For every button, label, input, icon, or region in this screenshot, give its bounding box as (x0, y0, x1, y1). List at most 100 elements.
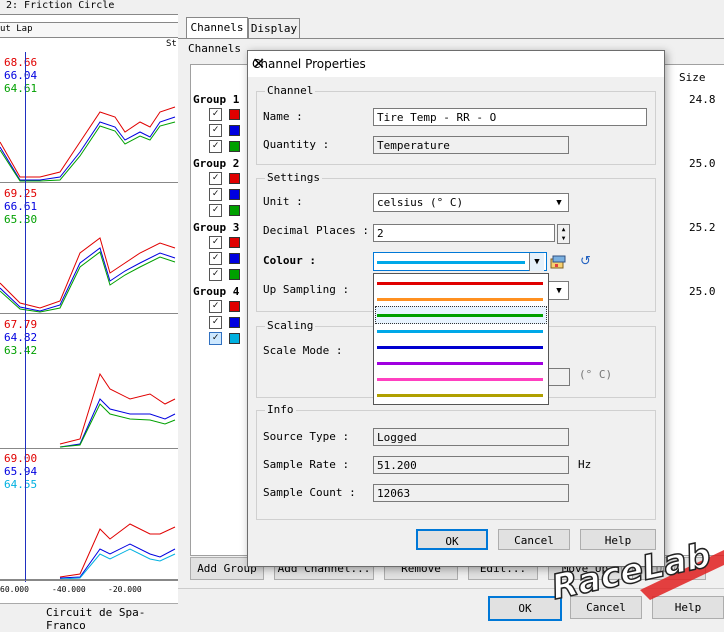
cursor-line[interactable] (25, 52, 26, 582)
scaling-unit: (° C) (579, 368, 613, 381)
pane-4-value-3: 64.55 (4, 478, 38, 491)
unit-label: Unit : (263, 195, 303, 208)
group-4-swatch-1 (229, 301, 240, 312)
group-1-checkbox-3[interactable]: ✓ (209, 140, 222, 153)
track-name: Circuit de Spa-Franco (46, 606, 146, 632)
channels-label: Channels (188, 42, 241, 55)
size-value-2: 25.0 (689, 157, 716, 170)
group-4-checkbox-1[interactable]: ✓ (209, 300, 222, 313)
group-1-label[interactable]: Group 1 (193, 93, 239, 106)
size-value-1: 24.8 (689, 93, 716, 106)
chevron-down-icon: ▼ (556, 198, 562, 208)
decimal-places-field[interactable]: 2 (373, 224, 555, 242)
group-3-swatch-3 (229, 269, 240, 280)
group-2-swatch-2 (229, 189, 240, 200)
group-2-checkbox-2[interactable]: ✓ (209, 188, 222, 201)
chart-tab[interactable]: 2: Friction Circle (0, 0, 178, 15)
group-2-checkbox-1[interactable]: ✓ (209, 172, 222, 185)
unit-select[interactable]: celsius (° C) ▼ (373, 193, 569, 212)
colour-option-green[interactable] (377, 314, 543, 317)
x-axis: 60.000 -40.000 -20.000 (0, 580, 178, 599)
chevron-down-icon: ▼ (556, 286, 562, 296)
colour-option-olive[interactable] (377, 394, 543, 397)
dialog-title-bar[interactable]: Channel Properties ✕ (248, 51, 664, 77)
tab-channels[interactable]: Channels (186, 17, 248, 39)
colour-dropdown-list[interactable] (373, 273, 549, 405)
group-4-checkbox-2[interactable]: ✓ (209, 316, 222, 329)
group-2-checkbox-3[interactable]: ✓ (209, 204, 222, 217)
size-value-4: 25.0 (689, 285, 716, 298)
telemetry-chart-area: 2: Friction Circle ut Lap St 68.66 66.04… (0, 0, 179, 632)
info-section-title: Info (265, 403, 296, 416)
settings-section-title: Settings (265, 171, 322, 184)
header-right-label: St (166, 39, 177, 49)
header-left-label: ut Lap (0, 24, 33, 34)
sample-rate-label: Sample Rate : (263, 458, 350, 471)
group-2-label[interactable]: Group 2 (193, 157, 239, 170)
decimal-places-spinner[interactable]: ▲ ▼ (557, 224, 570, 244)
sample-count-label: Sample Count : (263, 486, 356, 499)
colour-select[interactable]: ▼ (373, 252, 547, 271)
group-3-label[interactable]: Group 3 (193, 221, 239, 234)
quantity-field: Temperature (373, 136, 569, 154)
group-4-swatch-2 (229, 317, 240, 328)
pane-3-value-2: 64.82 (4, 331, 38, 344)
selected-colour-swatch (377, 261, 525, 264)
colour-label: Colour : (263, 254, 316, 267)
group-1-swatch-2 (229, 125, 240, 136)
name-field[interactable]: Tire Temp - RR - O (373, 108, 647, 126)
chart-header-row: ut Lap (0, 22, 178, 38)
pane-4-value-2: 65.94 (4, 465, 38, 478)
pane-3-value-3: 63.42 (4, 344, 38, 357)
close-icon[interactable]: ✕ (252, 51, 656, 77)
pane-2-value-3: 65.30 (4, 213, 38, 226)
up-sampling-label: Up Sampling : (263, 283, 350, 296)
source-type-label: Source Type : (263, 430, 350, 443)
group-3-swatch-2 (229, 253, 240, 264)
workspace-help-button[interactable]: Help (652, 596, 724, 619)
workspace-cancel-button[interactable]: Cancel (570, 596, 642, 619)
pane-3-value-1: 67.79 (4, 318, 38, 331)
group-1-checkbox-2[interactable]: ✓ (209, 124, 222, 137)
pane-4-value-1: 69.00 (4, 452, 38, 465)
name-label: Name : (263, 110, 303, 123)
reset-colour-icon[interactable]: ↺ (580, 254, 596, 270)
chevron-down-icon: ▼ (529, 253, 544, 271)
group-4-checkbox-3[interactable]: ✓ (209, 332, 222, 345)
group-1-swatch-1 (229, 109, 240, 120)
x-tick-1: 60.000 (0, 585, 29, 594)
pane-1-value-1: 68.66 (4, 56, 38, 69)
group-2-swatch-3 (229, 205, 240, 216)
group-4-label[interactable]: Group 4 (193, 285, 239, 298)
pane-2-value-2: 66.61 (4, 200, 38, 213)
size-column-header: Size (679, 71, 706, 84)
pane-1-value-3: 64.61 (4, 82, 38, 95)
group-3-checkbox-2[interactable]: ✓ (209, 252, 222, 265)
colour-option-cyan[interactable] (377, 330, 543, 333)
group-3-checkbox-1[interactable]: ✓ (209, 236, 222, 249)
colour-option-red[interactable] (377, 282, 543, 285)
colour-option-pink[interactable] (377, 378, 543, 381)
track-status-bar: Circuit de Spa-Franco (0, 603, 178, 632)
group-3-checkbox-3[interactable]: ✓ (209, 268, 222, 281)
pane-1-value-2: 66.04 (4, 69, 38, 82)
dialog-ok-button[interactable]: OK (416, 529, 488, 550)
x-tick-2: -40.000 (52, 585, 86, 594)
colour-option-purple[interactable] (377, 362, 543, 365)
group-1-checkbox-1[interactable]: ✓ (209, 108, 222, 121)
group-4-swatch-3 (229, 333, 240, 344)
colour-option-blue[interactable] (377, 346, 543, 349)
quantity-label: Quantity : (263, 138, 330, 151)
source-type-field: Logged (373, 428, 569, 446)
tab-display[interactable]: Display (248, 18, 300, 38)
colour-option-orange[interactable] (377, 298, 543, 301)
group-1-swatch-3 (229, 141, 240, 152)
dialog-help-button[interactable]: Help (580, 529, 656, 550)
dialog-cancel-button[interactable]: Cancel (498, 529, 570, 550)
group-3-swatch-1 (229, 237, 240, 248)
decimal-places-label: Decimal Places : (263, 224, 369, 237)
scaling-field (548, 368, 570, 386)
colour-picker-icon[interactable] (550, 254, 566, 270)
unit-value: celsius (° C) (377, 196, 464, 209)
workspace-ok-button[interactable]: OK (488, 596, 562, 621)
